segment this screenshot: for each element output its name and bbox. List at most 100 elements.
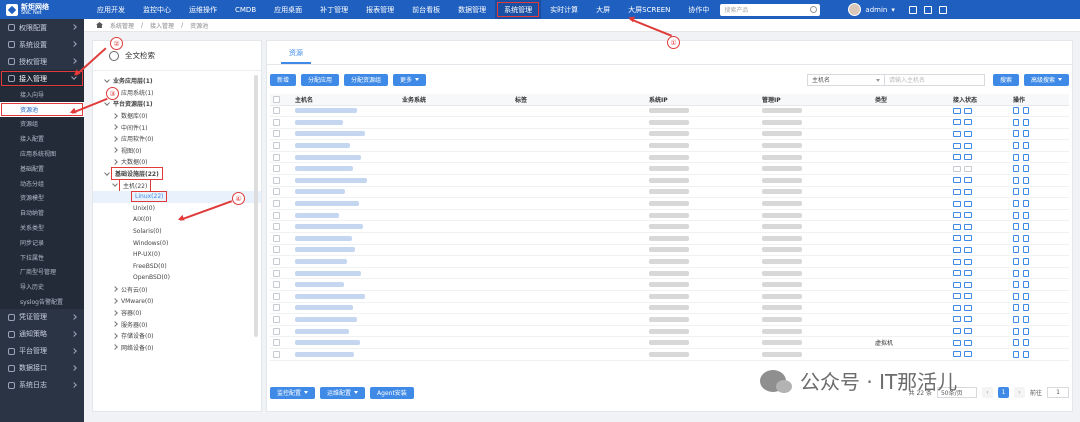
nav-item[interactable]: 监控中心 [134, 0, 180, 19]
nav-item[interactable]: 应用开发 [88, 0, 134, 19]
assign-group-button[interactable]: 分配资源组 [344, 73, 389, 86]
chevron-right-icon[interactable] [112, 344, 118, 351]
tree-scrollbar[interactable] [254, 75, 258, 337]
agent-status-icon[interactable] [953, 177, 961, 184]
delete-icon[interactable] [1023, 223, 1029, 231]
row-checkbox[interactable] [273, 223, 280, 231]
row-checkbox[interactable] [273, 165, 280, 173]
monitor-status-icon[interactable] [964, 246, 972, 253]
row-checkbox[interactable] [273, 200, 280, 208]
monitor-status-icon[interactable] [964, 223, 972, 230]
next-page-button[interactable]: › [1013, 387, 1025, 398]
chevron-down-icon[interactable] [104, 76, 110, 83]
delete-icon[interactable] [1023, 165, 1029, 173]
chevron-down-icon[interactable] [112, 181, 118, 187]
delete-icon[interactable] [1023, 200, 1029, 208]
hostname-cell[interactable] [292, 244, 399, 257]
column-header[interactable]: 管理IP [759, 94, 872, 106]
row-select-cell[interactable] [270, 336, 292, 349]
delete-icon[interactable] [1023, 118, 1029, 126]
row-select-cell[interactable] [270, 244, 292, 257]
sidebar-subitem[interactable]: 同步记录 [0, 234, 84, 250]
delete-icon[interactable] [1023, 292, 1029, 300]
chevron-right-icon[interactable] [112, 309, 118, 316]
row-select-cell[interactable] [270, 128, 292, 141]
row-select-cell[interactable] [270, 232, 292, 245]
chevron-right-icon[interactable] [112, 159, 118, 165]
chevron-down-icon[interactable] [104, 100, 110, 106]
sidebar-item[interactable]: 授权管理 [0, 53, 84, 70]
tree-node[interactable]: 容器(0) [93, 307, 261, 319]
table-row[interactable] [270, 325, 1069, 338]
sidebar-subitem[interactable]: 基础配置 [0, 160, 84, 176]
tree-node[interactable]: 视图(0) [93, 145, 261, 157]
ops-config-button[interactable]: 运维配置 [320, 386, 366, 399]
hostname-cell[interactable] [292, 128, 399, 141]
monitor-status-icon[interactable] [964, 119, 972, 126]
edit-icon[interactable] [1013, 246, 1019, 254]
agent-status-icon[interactable] [953, 339, 961, 346]
sidebar-item[interactable]: 通知策略 [0, 326, 84, 343]
agent-status-icon[interactable] [953, 293, 961, 300]
nav-item[interactable]: 前台看板 [403, 0, 449, 19]
breadcrumb-item[interactable]: 系统管理 [110, 21, 134, 30]
monitor-status-icon[interactable] [964, 270, 972, 277]
row-select-cell[interactable] [270, 278, 292, 291]
row-checkbox[interactable] [273, 211, 280, 219]
edit-icon[interactable] [1013, 315, 1019, 323]
agent-status-icon[interactable] [953, 281, 961, 288]
tree-node[interactable]: 业务应用层(1) [93, 75, 261, 87]
delete-icon[interactable] [1023, 315, 1029, 323]
tree-node[interactable]: 主机(22) [93, 178, 261, 192]
row-select-cell[interactable] [270, 174, 292, 187]
row-select-cell[interactable] [270, 209, 292, 222]
search-icon[interactable] [810, 5, 818, 13]
delete-icon[interactable] [1023, 339, 1029, 347]
hostname-cell[interactable] [292, 162, 399, 176]
agent-status-icon[interactable] [953, 223, 961, 230]
agent-status-icon[interactable] [953, 351, 961, 358]
chevron-right-icon[interactable] [112, 135, 118, 142]
sidebar-subitem[interactable]: 厂商型号管理 [0, 264, 84, 280]
table-row[interactable] [270, 151, 1069, 164]
edit-icon[interactable] [1013, 281, 1019, 289]
sidebar-subitem[interactable]: 应用系统视图 [0, 146, 84, 161]
column-header[interactable]: 类型 [872, 94, 950, 106]
nav-item[interactable]: 协作中 [679, 0, 718, 19]
logout-icon[interactable] [938, 5, 947, 14]
row-select-cell[interactable] [270, 348, 292, 361]
sidebar-item[interactable]: 系统设置 [0, 36, 84, 53]
row-select-cell[interactable] [270, 139, 292, 152]
agent-status-icon[interactable] [953, 200, 961, 207]
sidebar-subitem[interactable]: 导入历史 [0, 279, 84, 295]
monitor-status-icon[interactable] [964, 142, 972, 149]
row-select-cell[interactable] [270, 325, 292, 338]
table-row[interactable] [270, 255, 1069, 268]
tab-resource[interactable]: 资源 [281, 48, 311, 64]
edit-icon[interactable] [1013, 130, 1019, 138]
delete-icon[interactable] [1023, 142, 1029, 150]
sidebar-subitem[interactable]: 资源组 [0, 116, 84, 132]
hostname-cell[interactable] [292, 336, 399, 349]
agent-status-icon[interactable] [953, 165, 961, 172]
edit-icon[interactable] [1013, 118, 1019, 126]
table-row[interactable] [270, 278, 1069, 291]
row-select-cell[interactable] [270, 255, 292, 268]
assign-app-button[interactable]: 分配应用 [301, 73, 340, 86]
edit-icon[interactable] [1013, 258, 1019, 266]
chevron-right-icon[interactable] [112, 112, 118, 119]
tree-node[interactable]: 中间件(1) [93, 121, 261, 133]
delete-icon[interactable] [1023, 153, 1029, 161]
delete-icon[interactable] [1023, 176, 1029, 184]
chevron-right-icon[interactable] [112, 147, 118, 154]
tree-node[interactable]: HP-UX(0) [93, 249, 261, 261]
edit-icon[interactable] [1013, 327, 1019, 335]
more-button[interactable]: 更多 [393, 73, 427, 86]
row-select-cell[interactable] [270, 313, 292, 326]
agent-status-icon[interactable] [953, 142, 961, 149]
hostname-cell[interactable] [292, 220, 399, 234]
nav-item[interactable]: 报表管理 [357, 0, 403, 19]
monitor-status-icon[interactable] [964, 165, 972, 172]
column-header[interactable]: 标签 [512, 94, 646, 106]
table-row[interactable] [270, 313, 1069, 326]
